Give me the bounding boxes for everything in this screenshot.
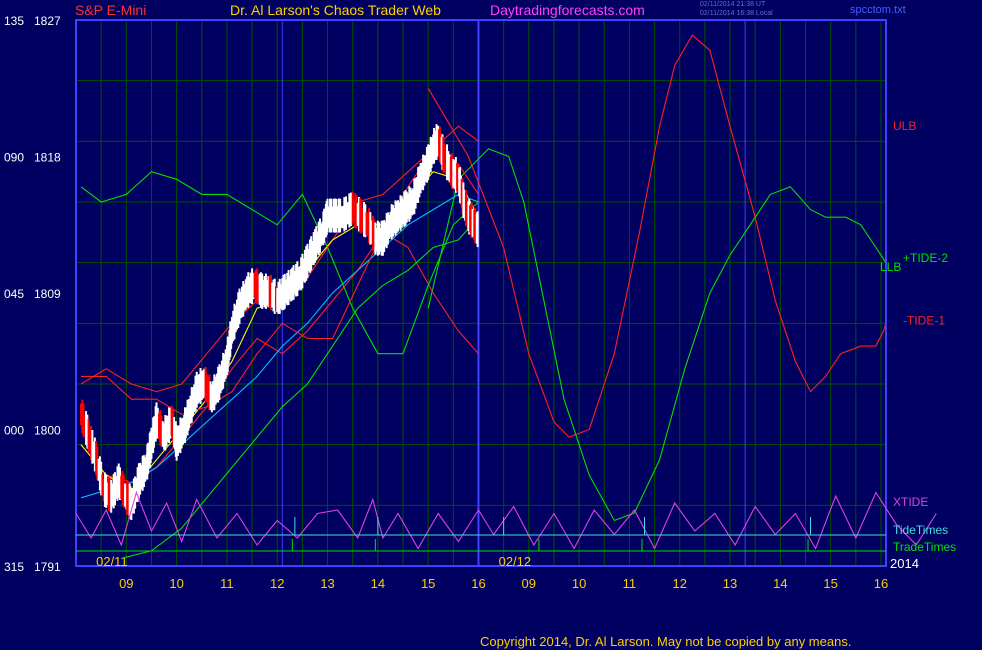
y-tick-price: 1809 (34, 287, 61, 301)
label--tide-2: +TIDE-2 (903, 251, 948, 265)
x-tick-hour: 09 (522, 576, 536, 591)
app-title: Dr. Al Larson's Chaos Trader Web (230, 2, 441, 18)
y-tick-angle: 090 (4, 151, 24, 165)
x-tick-hour: 15 (421, 576, 435, 591)
x-date-label: 02/12 (499, 554, 532, 569)
y-tick-price: 1827 (34, 14, 61, 28)
plot-border (75, 19, 887, 567)
y-tick-angle: 315 (4, 560, 24, 574)
x-tick-hour: 10 (169, 576, 183, 591)
series-ma-mid (80, 193, 479, 499)
x-tick-hour: 10 (572, 576, 586, 591)
timestamp-local: 02/11/2014 16:38 Local (700, 10, 773, 17)
site-link[interactable]: Daytradingforecasts.com (490, 2, 645, 18)
y-tick-price: 1791 (34, 560, 61, 574)
label-tradetimes: TradeTimes (893, 540, 956, 554)
x-tick-hour: 16 (471, 576, 485, 591)
y-tick-price: 1818 (34, 151, 61, 165)
chart-window: { "header": { "left_title": "S&P E-Mini"… (0, 0, 982, 650)
x-date-label: 02/11 (96, 554, 128, 569)
year-label: 2014 (890, 556, 919, 571)
label--tide-1: -TIDE-1 (903, 313, 945, 327)
timestamp-ut: 02/11/2014 21:38 UT (700, 1, 766, 8)
data-file: spcctom.txt (850, 4, 906, 16)
label-xtide: XTIDE (893, 495, 928, 509)
xtide-wave (75, 490, 937, 550)
x-tick-hour: 14 (773, 576, 787, 591)
x-tick-hour: 13 (320, 576, 334, 591)
series-ulb (427, 34, 887, 438)
label-tidetimes: TideTimes (893, 523, 948, 537)
x-tick-hour: 09 (119, 576, 133, 591)
y-tick-angle: 000 (4, 424, 24, 438)
x-tick-hour: 13 (723, 576, 737, 591)
label-ulb: ULB (893, 119, 916, 133)
x-tick-hour: 11 (220, 576, 234, 591)
x-tick-hour: 14 (371, 576, 385, 591)
copyright: Copyright 2014, Dr. Al Larson. May not b… (480, 634, 852, 649)
y-tick-angle: 045 (4, 287, 24, 301)
x-tick-hour: 11 (623, 576, 637, 591)
x-tick-hour: 12 (270, 576, 284, 591)
x-tick-hour: 16 (874, 576, 888, 591)
y-tick-price: 1800 (34, 424, 61, 438)
series-llb (427, 148, 887, 522)
series-ma-fast (80, 171, 479, 491)
label-llb: LLB (880, 260, 901, 274)
x-tick-hour: 15 (823, 576, 837, 591)
symbol-title: S&P E-Mini (75, 2, 147, 18)
chart-svg: 135 1827 090 1818 045 1809 000 1800 315 1791 09 10 1… (4, 14, 956, 591)
x-tick-hour: 12 (672, 576, 686, 591)
y-tick-angle: 135 (4, 14, 24, 28)
